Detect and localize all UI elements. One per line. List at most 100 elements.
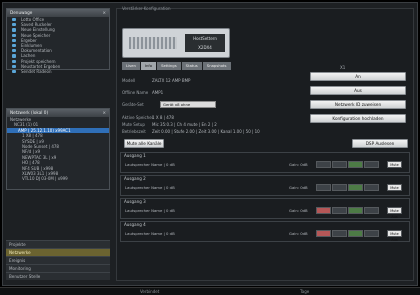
dsp-read-button[interactable]: DSP Auslesen bbox=[352, 139, 408, 148]
nav-user-settings[interactable]: Benutzer Stelle bbox=[6, 272, 110, 280]
channel-button[interactable] bbox=[348, 230, 363, 237]
tab-snapshots[interactable]: Snapshots bbox=[202, 62, 231, 70]
channel-gain: Gain: 0dB bbox=[289, 231, 308, 236]
document-icon bbox=[12, 18, 16, 22]
on-button[interactable]: An bbox=[310, 72, 406, 81]
channel-gain: Gain: 0dB bbox=[289, 162, 308, 167]
page-title: Verstärker-Konfiguration bbox=[122, 6, 171, 11]
mute-button[interactable]: Mute Aus bbox=[387, 207, 402, 219]
field-label: Mute Setup bbox=[122, 122, 145, 127]
mute-button[interactable]: Mute bbox=[387, 184, 402, 191]
logo-subtext: X2DX4 bbox=[198, 45, 212, 50]
document-icon bbox=[12, 69, 16, 74]
tree-label: AMP ( 25.12.1.10) x99AC1 bbox=[18, 127, 71, 133]
channel-button[interactable] bbox=[364, 184, 379, 191]
field-label: Betriebszeit bbox=[122, 129, 146, 134]
status-bar: Verbindet Tage bbox=[0, 287, 420, 295]
channel-button[interactable] bbox=[364, 207, 379, 214]
document-icon bbox=[12, 49, 16, 53]
channel-title: Ausgang 1 bbox=[124, 153, 146, 158]
tree-label: NEWPTAC 3L | x9 bbox=[22, 154, 57, 160]
tab-index: X1 bbox=[340, 65, 346, 70]
channel-preset: Lautsprecher Name | 0 dB bbox=[125, 185, 175, 190]
quick-access-panel: Denuwage × Lotto Office Saved Ruckeler N… bbox=[6, 8, 110, 74]
channel-button[interactable] bbox=[316, 230, 331, 237]
channel-button[interactable] bbox=[332, 230, 347, 237]
tree-label: VTL10 DJ 03-0M | x999 bbox=[22, 176, 68, 182]
channel-button[interactable] bbox=[332, 161, 347, 168]
field-label: Modell bbox=[122, 78, 136, 83]
quick-access-item[interactable]: Sendet Radeon bbox=[7, 69, 109, 74]
channel-button[interactable] bbox=[348, 161, 363, 168]
nav-network[interactable]: Netzwerke bbox=[6, 248, 110, 256]
field-value: 1 X 8 | 478 bbox=[152, 115, 174, 120]
upload-config-button[interactable]: Konfiguration hochladen bbox=[310, 114, 406, 123]
channel-preset: Lautsprecher Name | 0 dB bbox=[125, 208, 175, 213]
document-icon bbox=[12, 64, 16, 68]
nav-monitoring[interactable]: Monitoring bbox=[6, 264, 110, 272]
device-set-select[interactable]: Gerät x8 ohne bbox=[160, 101, 216, 108]
channel-gain: Gain: 0dB bbox=[289, 185, 308, 190]
tree-label: SYSDE | x9 bbox=[22, 138, 44, 144]
network-panel: Netzwerk (lokal 0) × Netzwerke NC31 (1) … bbox=[6, 108, 110, 190]
channel-button[interactable] bbox=[316, 207, 331, 214]
document-icon bbox=[12, 28, 16, 32]
tab-settings[interactable]: Settings bbox=[157, 62, 181, 70]
close-icon[interactable]: × bbox=[102, 9, 106, 17]
mute-all-button[interactable]: Mute alle Kanäle bbox=[124, 139, 164, 148]
nav-events[interactable]: Ereignis bbox=[6, 256, 110, 264]
tab-lisen[interactable]: Lisen bbox=[122, 62, 140, 70]
document-icon bbox=[12, 33, 16, 37]
nav-projects[interactable]: Projekte bbox=[6, 240, 110, 248]
mute-button[interactable]: Mute bbox=[387, 161, 402, 168]
tree-item[interactable]: VTL10 DJ 03-0M | x999 bbox=[7, 176, 109, 181]
tree-label: XLW03 3L1 | x998 bbox=[22, 170, 59, 176]
document-icon bbox=[12, 38, 16, 43]
tree-label: Netzwerke bbox=[10, 117, 32, 122]
channel-button[interactable] bbox=[348, 207, 363, 214]
field-model: Modell ZALTX 12 AMP BMP bbox=[122, 78, 190, 83]
network-tree: Netzwerke NC31 (1) 01 AMP ( 25.12.1.10) … bbox=[7, 117, 109, 182]
field-value: Mic 35:0.3 | Ch 4 mute | En 2 | 2 bbox=[152, 122, 217, 127]
channel-2: Ausgang 2 Lautsprecher Name | 0 dB Gain:… bbox=[120, 175, 410, 196]
status-center: Tage bbox=[300, 289, 310, 294]
tree-label: NC31 (1) 01 bbox=[14, 122, 39, 128]
tab-bar: Lisen Info Settings Status Snapshots bbox=[122, 62, 231, 70]
channel-button[interactable] bbox=[332, 207, 347, 214]
off-button[interactable]: Aus bbox=[310, 86, 406, 95]
status-left: Verbindet bbox=[140, 289, 160, 294]
channel-gain: Gain: 0dB bbox=[289, 208, 308, 213]
channel-button[interactable] bbox=[316, 161, 331, 168]
tab-status[interactable]: Status bbox=[181, 62, 202, 70]
bottom-navigation: Projekte Netzwerke Ereignis Monitoring B… bbox=[6, 240, 110, 280]
field-mute-setup: Mute Setup Mic 35:0.3 | Ch 4 mute | En 2 … bbox=[122, 122, 217, 127]
document-icon bbox=[12, 59, 16, 63]
mute-button[interactable]: Mute Aus bbox=[387, 230, 402, 242]
channel-button[interactable] bbox=[348, 184, 363, 191]
document-icon bbox=[12, 43, 16, 48]
field-label: Aktive Speicher bbox=[122, 115, 154, 120]
network-header: Netzwerk (lokal 0) × bbox=[7, 109, 109, 117]
device-image: HostSettern X2DX4 bbox=[122, 28, 230, 58]
channel-button[interactable] bbox=[332, 184, 347, 191]
logo-text: HostSettern bbox=[193, 36, 217, 41]
tree-label: Node Sunset | 478 bbox=[22, 143, 59, 149]
quick-access-list: Lotto Office Saved Ruckeler Neue Einstel… bbox=[7, 17, 109, 74]
document-icon bbox=[12, 54, 16, 58]
tab-info[interactable]: Info bbox=[140, 62, 157, 70]
channel-button[interactable] bbox=[364, 230, 379, 237]
document-icon bbox=[12, 23, 16, 27]
channel-button[interactable] bbox=[316, 184, 331, 191]
channel-title: Ausgang 3 bbox=[124, 199, 146, 204]
field-value: ZALTX 12 AMP BMP bbox=[152, 78, 191, 83]
tree-label: HO | 478 bbox=[22, 160, 40, 166]
channel-title: Ausgang 2 bbox=[124, 176, 146, 181]
channel-1: Ausgang 1 Lautsprecher Name | 0 dB Gain:… bbox=[120, 152, 410, 173]
close-icon[interactable]: × bbox=[102, 109, 106, 117]
channel-button[interactable] bbox=[364, 161, 379, 168]
field-value: AMP1 bbox=[152, 90, 164, 95]
field-active-memory: Aktive Speicher1 X 8 | 478 bbox=[122, 115, 174, 120]
assign-id-button[interactable]: Netzwerk ID zuweisen bbox=[310, 100, 406, 109]
field-label: Geräte-Set bbox=[122, 102, 144, 107]
quick-access-label: Sendet Radeon bbox=[21, 68, 52, 74]
